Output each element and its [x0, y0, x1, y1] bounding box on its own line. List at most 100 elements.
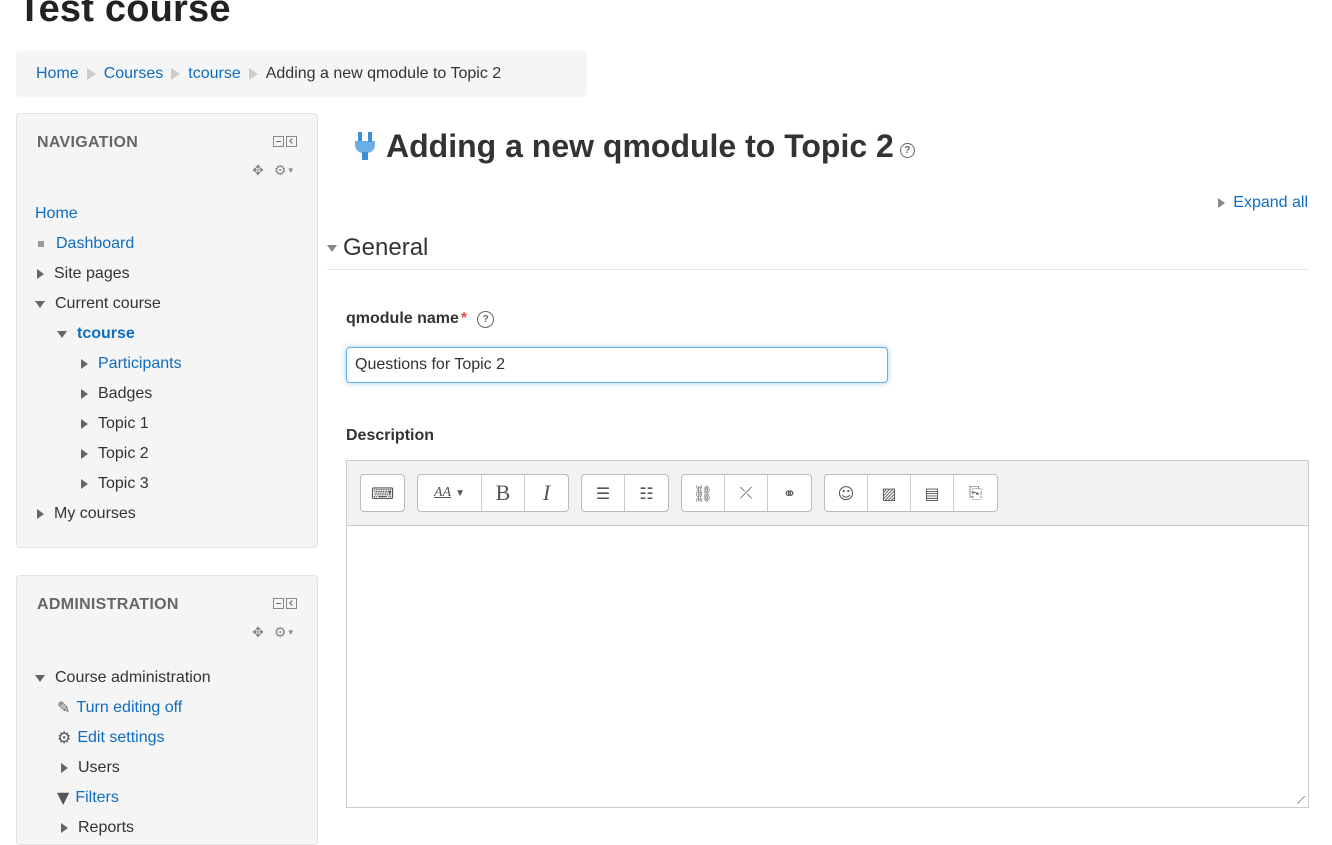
admin-course-administration[interactable]: Course administration [55, 663, 211, 693]
italic-button[interactable]: I [525, 475, 568, 511]
nav-badges[interactable]: Badges [98, 379, 152, 409]
collapse-icon[interactable] [327, 245, 337, 252]
move-icon[interactable]: ✥ [252, 624, 264, 641]
bold-button[interactable]: B [482, 475, 525, 511]
nav-course-tcourse[interactable]: tcourse [77, 319, 135, 349]
gear-icon[interactable]: ⚙ [274, 624, 287, 641]
page-title-text: Adding a new qmodule to Topic 2 [386, 128, 894, 164]
keyboard-icon: ⌨ [370, 483, 395, 503]
help-icon[interactable]: ? [899, 143, 915, 158]
description-editor: ⌨ AA ▼ B I ☰ ☷ ⛓ ⤫ ⚭ ☺ ▨ ▤ ⎘ [346, 460, 1309, 808]
admin-users[interactable]: Users [78, 753, 120, 783]
nav-topic-3[interactable]: Topic 3 [98, 469, 149, 499]
expand-icon[interactable] [37, 509, 44, 519]
breadcrumb-course[interactable]: tcourse [188, 65, 240, 83]
breadcrumb-separator-icon [248, 68, 258, 80]
dock-block-icon[interactable] [286, 598, 297, 609]
section-general-header[interactable]: General [327, 226, 1309, 270]
emoticon-button[interactable]: ☺ [825, 475, 868, 511]
page-title: Adding a new qmodule to Topic 2 ? [354, 128, 915, 165]
expand-icon[interactable] [81, 479, 88, 489]
expand-all-link[interactable]: Expand all [1233, 194, 1308, 212]
qmodule-name-input[interactable] [346, 347, 888, 383]
admin-filters[interactable]: Filters [75, 783, 119, 813]
manage-files-icon-button[interactable]: ⎘ [954, 475, 997, 511]
nav-current-course[interactable]: Current course [55, 289, 161, 319]
nav-topic-1[interactable]: Topic 1 [98, 409, 149, 439]
bullet-icon [38, 241, 44, 247]
pencil-icon: ✎ [57, 698, 71, 717]
expand-icon[interactable] [37, 269, 44, 279]
admin-turn-editing-off[interactable]: Turn editing off [76, 693, 182, 723]
nav-participants[interactable]: Participants [98, 349, 182, 379]
collapse-icon[interactable] [35, 300, 45, 308]
admin-reports[interactable]: Reports [78, 813, 134, 843]
navigation-block: NAVIGATION ✥ ⚙ ▾ Home Dashboard Site page… [16, 113, 318, 548]
qmodule-name-label: qmodule name * ? [346, 310, 495, 328]
unordered-list-button[interactable]: ☰ [582, 475, 625, 511]
expand-all-control[interactable]: Expand all [1218, 194, 1308, 212]
unlink-button[interactable]: ⤫ [725, 475, 768, 511]
move-icon[interactable]: ✥ [252, 162, 264, 179]
filter-icon: ▼ [57, 788, 70, 807]
show-more-buttons-button[interactable]: ⌨ [361, 475, 404, 511]
dock-block-icon[interactable] [286, 136, 297, 147]
required-mark: * [460, 310, 468, 327]
nav-site-pages[interactable]: Site pages [54, 259, 130, 289]
nav-home[interactable]: Home [35, 199, 78, 229]
font-style-button[interactable]: AA ▼ [418, 475, 482, 511]
ordered-list-icon: ☷ [639, 483, 654, 503]
image-icon: ▨ [881, 483, 897, 503]
chevron-down-icon: ▾ [288, 165, 293, 175]
chevron-down-icon: ▾ [288, 627, 293, 637]
expand-icon[interactable] [81, 359, 88, 369]
nav-dashboard[interactable]: Dashboard [56, 229, 134, 259]
expand-icon [1218, 198, 1226, 208]
chain-icon: ⚭ [782, 483, 797, 503]
plugin-icon [354, 131, 378, 162]
collapse-icon[interactable] [57, 330, 67, 338]
chevron-down-icon: ▼ [455, 487, 465, 499]
editor-toolbar: ⌨ AA ▼ B I ☰ ☷ ⛓ ⤫ ⚭ ☺ ▨ ▤ ⎘ [347, 461, 1308, 526]
help-icon[interactable]: ? [477, 310, 495, 328]
breadcrumb-home[interactable]: Home [36, 65, 79, 83]
hide-block-icon[interactable] [273, 136, 284, 147]
navigation-title: NAVIGATION [37, 134, 139, 151]
breadcrumb: Home Courses tcourse Adding a new qmodul… [16, 51, 587, 97]
administration-block: ADMINISTRATION ✥ ⚙ ▾ Course administratio… [16, 575, 318, 845]
font-style-icon: AA [433, 485, 452, 500]
gear-icon[interactable]: ⚙ [274, 162, 287, 179]
expand-icon[interactable] [61, 763, 68, 773]
unlink-icon: ⤫ [739, 483, 753, 502]
resize-handle-icon[interactable] [1297, 796, 1305, 804]
description-label-text: Description [346, 427, 435, 444]
nav-topic-2[interactable]: Topic 2 [98, 439, 149, 469]
breadcrumb-current: Adding a new qmodule to Topic 2 [265, 65, 502, 82]
bold-icon: B [495, 480, 511, 505]
ordered-list-button[interactable]: ☷ [625, 475, 668, 511]
course-title: Test course [18, 0, 231, 30]
unordered-list-icon: ☰ [595, 483, 611, 503]
breadcrumb-separator-icon [86, 68, 96, 80]
manage-files-button[interactable]: ⚭ [768, 475, 811, 511]
breadcrumb-courses[interactable]: Courses [104, 65, 164, 83]
italic-icon: I [542, 480, 551, 505]
expand-icon[interactable] [81, 389, 88, 399]
expand-icon[interactable] [81, 449, 88, 459]
hide-block-icon[interactable] [273, 598, 284, 609]
qmodule-name-label-text: qmodule name [346, 310, 459, 327]
section-general-title: General [343, 233, 429, 261]
emoticon-icon: ☺ [837, 483, 855, 503]
admin-edit-settings[interactable]: Edit settings [77, 723, 164, 753]
collapse-icon[interactable] [35, 674, 45, 682]
administration-title: ADMINISTRATION [37, 596, 179, 613]
insert-image-button[interactable]: ▨ [868, 475, 911, 511]
expand-icon[interactable] [81, 419, 88, 429]
nav-my-courses[interactable]: My courses [54, 499, 136, 529]
editor-content-area[interactable] [347, 526, 1308, 808]
files-icon: ⎘ [969, 483, 982, 502]
insert-media-button[interactable]: ▤ [911, 475, 954, 511]
link-button[interactable]: ⛓ [682, 475, 725, 511]
description-label: Description [346, 427, 434, 445]
expand-icon[interactable] [61, 823, 68, 833]
